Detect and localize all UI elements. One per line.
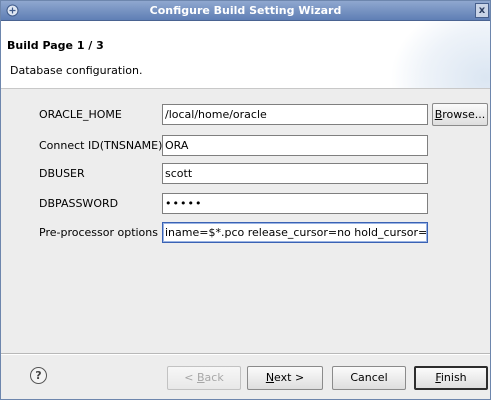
help-icon[interactable]: ? (30, 367, 47, 384)
preprocessor-label: Pre-processor options (39, 226, 158, 239)
page-description: Database configuration. (10, 64, 143, 77)
browse-button[interactable]: Browse... (432, 103, 488, 126)
back-label: ack (204, 371, 224, 384)
dbpassword-label: DBPASSWORD (39, 197, 119, 210)
page-title: Build Page 1 / 3 (7, 39, 104, 52)
dbpassword-field[interactable]: ••••• (162, 193, 428, 214)
close-icon[interactable]: x (475, 3, 489, 18)
preprocessor-options-field[interactable]: iname=$*.pco release_cursor=no hold_curs… (162, 222, 428, 243)
finish-button[interactable]: Finish (414, 366, 488, 390)
button-bar-separator (1, 353, 490, 355)
back-prefix: < (184, 371, 197, 384)
title-bar[interactable]: Configure Build Setting Wizard x (1, 1, 490, 21)
dbpassword-row: DBPASSWORD ••••• (1, 193, 490, 217)
oracle-home-field[interactable]: /local/home/oracle (162, 104, 428, 125)
cancel-label: Cancel (350, 371, 388, 384)
next-button[interactable]: Next > (247, 366, 323, 390)
oracle-home-row: ORACLE_HOME /local/home/oracle Browse... (1, 103, 490, 128)
dbuser-field[interactable]: scott (162, 163, 428, 184)
preprocessor-row: Pre-processor options iname=$*.pco relea… (1, 222, 490, 246)
connect-id-field[interactable]: ORA (162, 135, 428, 156)
next-label: ext > (274, 371, 305, 384)
header-decoration (390, 21, 490, 88)
connect-id-label: Connect ID(TNSNAME) (39, 139, 163, 152)
wizard-header: Build Page 1 / 3 Database configuration. (1, 21, 490, 89)
finish-label: inish (440, 371, 467, 384)
dbuser-label: DBUSER (39, 167, 85, 180)
window-title: Configure Build Setting Wizard (149, 4, 342, 17)
cancel-button[interactable]: Cancel (332, 366, 406, 390)
next-mnemonic: N (265, 371, 275, 384)
oracle-home-label: ORACLE_HOME (39, 108, 122, 121)
connect-id-row: Connect ID(TNSNAME) ORA (1, 135, 490, 159)
dbuser-row: DBUSER scott (1, 163, 490, 187)
back-button[interactable]: < Back (167, 366, 241, 390)
browse-label: rowse... (442, 108, 486, 121)
back-mnemonic: B (197, 371, 205, 384)
wizard-window: Configure Build Setting Wizard x Build P… (0, 0, 491, 400)
